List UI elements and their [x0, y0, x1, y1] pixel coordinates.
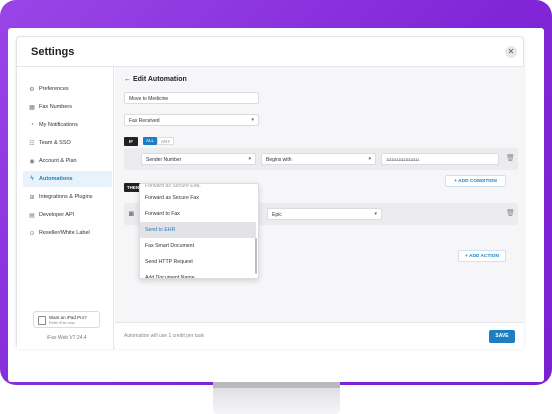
imac-stand — [213, 382, 340, 414]
sidebar-item-fax-numbers[interactable]: ▦ Fax Numbers — [23, 99, 112, 115]
add-action-button[interactable]: + ADD ACTION — [458, 250, 506, 262]
trigger-value: Fax Received — [129, 118, 160, 124]
sidebar-item-label: Reseller/White Label — [39, 230, 90, 236]
condition-operator-select[interactable]: Begins with ▾ — [261, 153, 376, 165]
match-all-button[interactable]: ALL — [143, 137, 158, 145]
sidebar-item-automations[interactable]: ϟ Automations — [23, 171, 112, 187]
editor-footer: Automation will use 1 credit per task SA… — [115, 322, 524, 349]
sidebar-item-label: Developer API — [39, 212, 75, 218]
api-icon: ▤ — [29, 212, 35, 219]
ipad-icon — [38, 316, 46, 325]
dropdown-scrollbar[interactable] — [255, 238, 257, 274]
sidebar-item-developer-api[interactable]: ▤ Developer API — [23, 207, 112, 223]
match-toggle: ALL ANY — [143, 137, 175, 145]
close-icon[interactable]: ✕ — [505, 46, 517, 58]
condition-value-input[interactable]: 1111111111111111111 — [381, 153, 499, 165]
save-button[interactable]: SAVE — [489, 330, 515, 343]
team-icon: ☷ — [29, 140, 35, 147]
account-icon: ◉ — [29, 158, 35, 165]
match-any-button[interactable]: ANY — [157, 137, 175, 145]
add-condition-button[interactable]: + ADD CONDITION — [445, 175, 506, 187]
ipad-promo-card[interactable]: Want an iPad Pro? Refer iFax now — [33, 311, 100, 328]
if-label: IF — [124, 137, 138, 146]
bell-icon: ◔ — [30, 122, 34, 128]
chevron-down-icon: ▾ — [248, 156, 251, 162]
trash-icon[interactable]: 🗑 — [506, 154, 515, 162]
dropdown-item[interactable]: Add Document Name — [140, 270, 256, 278]
window-title: Settings — [31, 46, 75, 58]
condition-row: Sender Number ▾ Begins with ▾ 1111111111… — [124, 148, 518, 170]
page-title: ← Edit Automation — [124, 76, 187, 83]
sidebar-item-integrations[interactable]: ⊞ Integrations & Plugins — [23, 189, 112, 205]
condition-field-value: Sender Number — [146, 157, 182, 163]
chevron-down-icon: ▾ — [251, 117, 254, 123]
action-target-value: Epic — [272, 212, 282, 218]
automation-icon: ϟ — [30, 176, 34, 182]
window-header: Settings ✕ — [17, 37, 523, 67]
sidebar-item-label: Automations — [39, 176, 73, 182]
chevron-down-icon: ▾ — [374, 211, 377, 217]
ipad-promo-title: Want an iPad Pro? — [49, 315, 87, 320]
sidebar-item-team-sso[interactable]: ☷ Team & SSO — [23, 135, 112, 151]
sidebar-item-label: My Notifications — [39, 122, 78, 128]
action-type-dropdown: Forward as Secure EML Forward as Secure … — [139, 183, 259, 279]
dropdown-item[interactable]: Forward as Secure Fax — [140, 190, 256, 206]
condition-field-select[interactable]: Sender Number ▾ — [141, 153, 256, 165]
trash-icon[interactable]: 🗑 — [506, 209, 515, 217]
version-label: iFax Web V7.24.4 — [47, 335, 87, 341]
chevron-down-icon: ▾ — [368, 156, 371, 162]
grid-icon: ▦ — [29, 104, 35, 111]
sidebar-item-reseller[interactable]: ⊙ Reseller/White Label — [23, 225, 112, 241]
sidebar-item-notifications[interactable]: ◔ My Notifications — [23, 117, 112, 133]
page-title-text: Edit Automation — [132, 76, 187, 83]
automation-name-input[interactable]: Move to Medicine — [124, 92, 259, 104]
automation-editor: ← Edit Automation Move to Medicine Fax R… — [115, 67, 524, 349]
settings-window: Settings ✕ ⚙ Preferences ▦ Fax Numbers ◔… — [16, 36, 524, 349]
sidebar: ⚙ Preferences ▦ Fax Numbers ◔ My Notific… — [17, 67, 114, 349]
sidebar-item-label: Fax Numbers — [39, 104, 73, 110]
back-arrow-icon[interactable]: ← — [124, 76, 131, 83]
sidebar-item-label: Team & SSO — [39, 140, 71, 146]
sidebar-item-label: Preferences — [39, 86, 69, 92]
dropdown-item-selected[interactable]: Send to EHR — [140, 222, 256, 238]
dropdown-item[interactable]: Send HTTP Request — [140, 254, 256, 270]
sidebar-item-account-plan[interactable]: ◉ Account & Plan — [23, 153, 112, 169]
reseller-icon: ⊙ — [29, 230, 35, 237]
condition-operator-value: Begins with — [266, 157, 292, 163]
action-target-select[interactable]: Epic ▾ — [267, 208, 382, 220]
camera-icon: ◙ — [129, 209, 134, 218]
sidebar-item-label: Integrations & Plugins — [39, 194, 93, 200]
sidebar-item-preferences[interactable]: ⚙ Preferences — [23, 81, 112, 97]
ipad-promo-subtitle: Refer iFax now — [49, 321, 75, 325]
trigger-select[interactable]: Fax Received ▾ — [124, 114, 259, 126]
dropdown-item[interactable]: Fax Smart Document — [140, 238, 256, 254]
credit-note: Automation will use 1 credit per task — [124, 333, 205, 339]
dropdown-item[interactable]: Forward to Fax — [140, 206, 256, 222]
sidebar-item-label: Account & Plan — [39, 158, 77, 164]
sliders-icon: ⚙ — [29, 86, 35, 93]
integrations-icon: ⊞ — [29, 194, 35, 201]
